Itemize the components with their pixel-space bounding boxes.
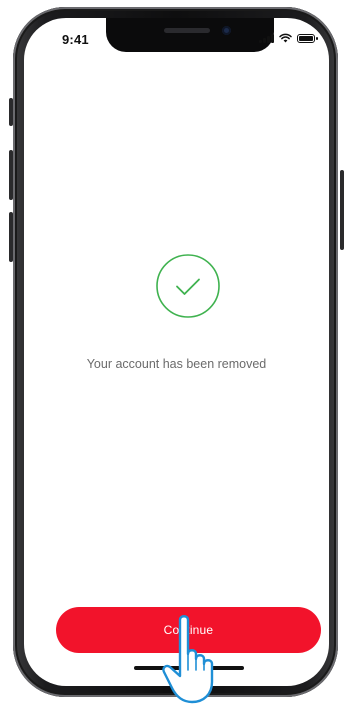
- account-removed-message: Your account has been removed: [86, 357, 267, 371]
- checkmark-circle-icon: [155, 253, 221, 319]
- wifi-icon: [279, 33, 292, 43]
- battery-icon: [297, 33, 318, 43]
- phone-screen: 9:41 Your account has been removed: [24, 18, 329, 686]
- screenshot-stage: 9:41 Your account has been removed: [0, 0, 353, 715]
- signal-icon: [259, 33, 274, 43]
- status-icons: [259, 33, 318, 43]
- status-time: 9:41: [62, 32, 89, 47]
- power-button: [340, 170, 344, 250]
- pointing-hand-icon: [162, 615, 214, 704]
- notch: [106, 18, 274, 52]
- front-camera: [222, 26, 231, 35]
- speaker-grille: [164, 28, 210, 33]
